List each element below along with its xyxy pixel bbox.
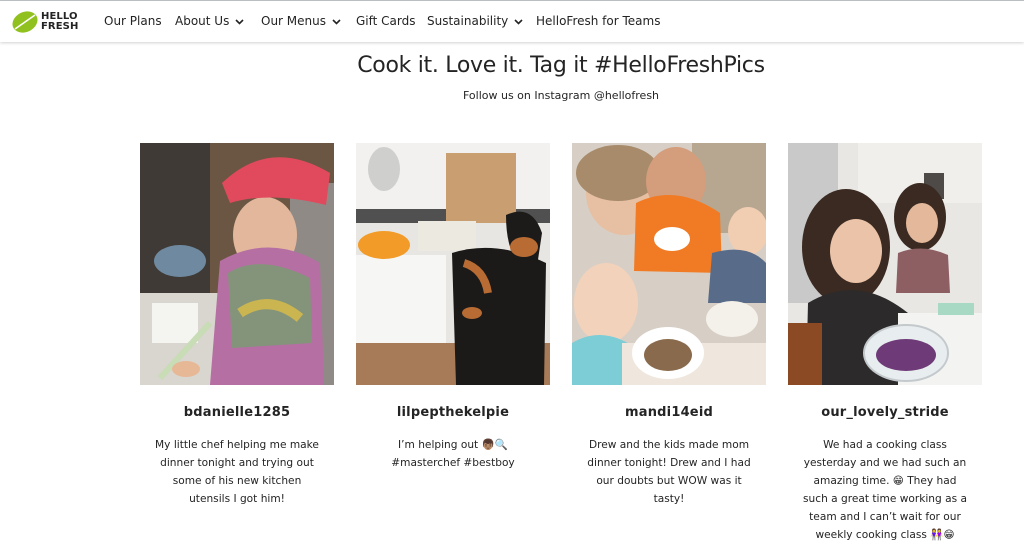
dog-in-kitchen-photo bbox=[356, 143, 550, 385]
family-dinner-selfie-photo bbox=[572, 143, 766, 385]
nav-item-label: Gift Cards bbox=[356, 14, 416, 28]
child-chef-cooking-photo bbox=[140, 143, 334, 385]
post-photo[interactable] bbox=[572, 143, 766, 385]
post-username[interactable]: our_lovely_stride bbox=[788, 405, 982, 420]
post-caption: I’m helping out 👦🏽🔍 #masterchef #bestboy bbox=[391, 439, 515, 469]
nav-item-gift-cards[interactable]: Gift Cards bbox=[356, 14, 416, 28]
hellofresh-logo[interactable]: HELLO FRESH bbox=[11, 9, 83, 35]
post-photo[interactable] bbox=[356, 143, 550, 385]
instagram-follow-text[interactable]: Follow us on Instagram @hellofresh bbox=[0, 89, 1024, 102]
section-title: Cook it. Love it. Tag it #HelloFreshPics bbox=[357, 53, 765, 78]
post-photo[interactable] bbox=[140, 143, 334, 385]
nav-item-our-menus[interactable]: Our Menus bbox=[261, 14, 341, 28]
post-username[interactable]: bdanielle1285 bbox=[140, 405, 334, 420]
girls-cooking-class-photo bbox=[788, 143, 982, 385]
nav-item-hellofresh-for-teams[interactable]: HelloFresh for Teams bbox=[536, 14, 660, 28]
post-username[interactable]: mandi14eid bbox=[572, 405, 766, 420]
post-username[interactable]: lilpepthekelpie bbox=[356, 405, 550, 420]
chevron-down-icon bbox=[235, 17, 244, 26]
nav-item-label: About Us bbox=[175, 14, 230, 28]
instagram-post-card[interactable]: bdanielle1285 My little chef helping me … bbox=[140, 143, 334, 508]
top-navigation-bar: HELLO FRESH Our Plans About Us Our Menus… bbox=[0, 1, 1024, 42]
logo-word-fresh: FRESH bbox=[41, 21, 79, 32]
post-caption: My little chef helping me make dinner to… bbox=[155, 439, 319, 505]
post-caption: We had a cooking class yesterday and we … bbox=[803, 439, 967, 541]
lime-leaf-icon bbox=[12, 11, 38, 33]
nav-item-label: Our Menus bbox=[261, 14, 326, 28]
instagram-post-card[interactable]: lilpepthekelpie I’m helping out 👦🏽🔍 #mas… bbox=[356, 143, 550, 472]
nav-item-label: HelloFresh for Teams bbox=[536, 14, 661, 28]
logo-wordmark: HELLO FRESH bbox=[41, 12, 78, 32]
nav-item-our-plans[interactable]: Our Plans bbox=[104, 14, 162, 28]
nav-item-label: Sustainability bbox=[427, 14, 509, 28]
chevron-down-icon bbox=[332, 17, 341, 26]
nav-item-about-us[interactable]: About Us bbox=[175, 14, 244, 28]
instagram-post-card[interactable]: our_lovely_stride We had a cooking class… bbox=[788, 143, 982, 544]
post-photo[interactable] bbox=[788, 143, 982, 385]
instagram-post-card[interactable]: mandi14eid Drew and the kids made mom di… bbox=[572, 143, 766, 508]
post-caption: Drew and the kids made mom dinner tonigh… bbox=[587, 439, 751, 505]
nav-item-sustainability[interactable]: Sustainability bbox=[427, 14, 523, 28]
nav-item-label: Our Plans bbox=[104, 14, 162, 28]
chevron-down-icon bbox=[514, 17, 523, 26]
